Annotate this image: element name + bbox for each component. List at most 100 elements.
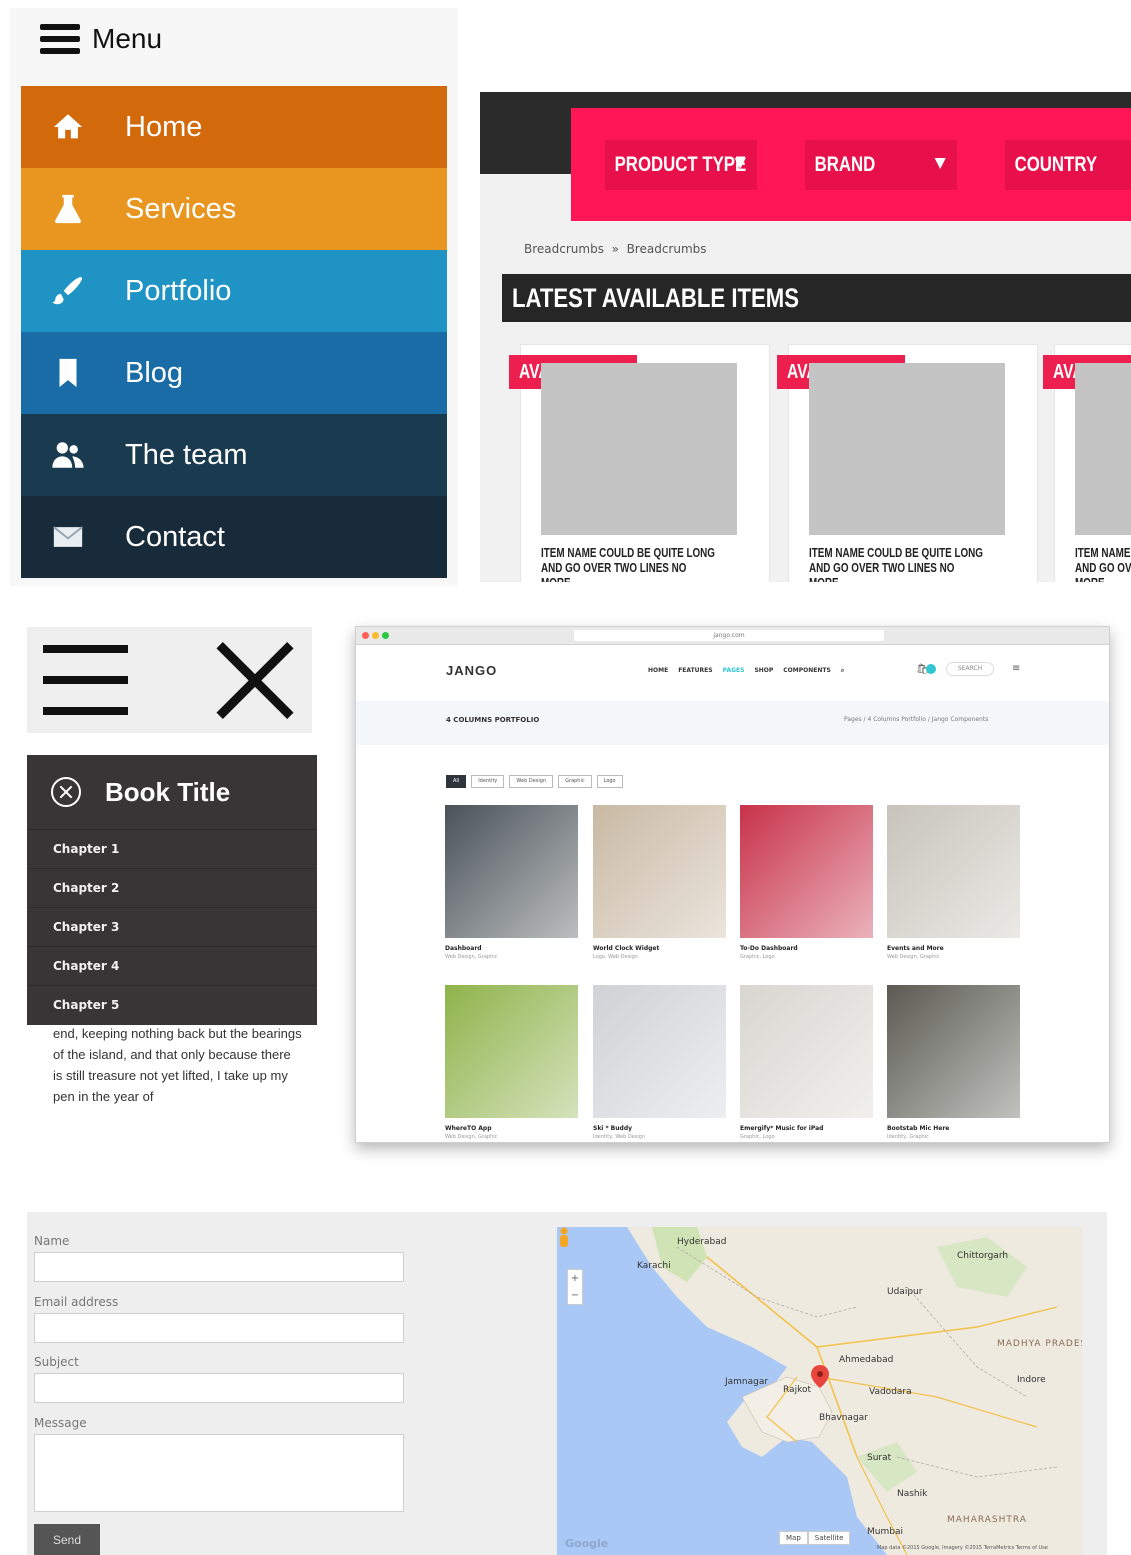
product-type-select[interactable]: PRODUCT TYPE <box>605 140 757 190</box>
chapter-link[interactable]: Chapter 2 <box>27 868 317 907</box>
subject-field[interactable] <box>34 1373 404 1403</box>
street-view-pegman-icon[interactable] <box>557 1227 571 1253</box>
grid-menu-icon[interactable]: ≡ <box>1012 663 1020 674</box>
circle-close-icon[interactable] <box>51 777 81 807</box>
nav-link-active[interactable]: PAGES <box>723 667 745 675</box>
section-heading: LATEST AVAILABLE ITEMS <box>502 274 1131 322</box>
close-icon[interactable] <box>213 639 297 723</box>
send-button[interactable]: Send <box>34 1524 100 1555</box>
portfolio-tile[interactable]: World Clock Widget Logo, Web Design <box>593 805 726 960</box>
address-bar[interactable]: jango.com <box>574 630 884 641</box>
map-type-satellite-button[interactable]: Satellite <box>807 1531 851 1545</box>
breadcrumb[interactable]: Pages / 4 Columns Portfolio / Jango Comp… <box>844 716 988 723</box>
portfolio-tile[interactable]: WhereTO App Web Design, Graphic <box>445 985 578 1140</box>
chapter-link[interactable]: Chapter 3 <box>27 907 317 946</box>
menu-item-the-team[interactable]: The team <box>21 414 447 496</box>
breadcrumb-link[interactable]: Breadcrumbs <box>627 242 707 256</box>
brush-icon <box>21 274 125 308</box>
caret-down-icon <box>734 158 746 169</box>
nav-link[interactable]: COMPONENTS <box>783 667 831 675</box>
chapter-link[interactable]: Chapter 4 <box>27 946 317 985</box>
contact-panel: Name Email address Subject Message Send … <box>27 1212 1107 1555</box>
search-icon[interactable]: ⌕ <box>841 667 844 675</box>
map-label: Chittorgarh <box>957 1251 1009 1261</box>
subject-label: Subject <box>34 1355 79 1369</box>
zoom-control[interactable]: + − <box>567 1269 583 1305</box>
portfolio-image <box>740 805 873 938</box>
chapter-link[interactable]: Chapter 1 <box>27 829 317 868</box>
menu-toggle-label: Menu <box>92 23 163 54</box>
map-type-map-button[interactable]: Map <box>779 1531 808 1545</box>
portfolio-tile[interactable]: Dashboard Web Design, Graphic <box>445 805 578 960</box>
portfolio-tile[interactable]: Bootstab Mic Here Identity, Graphic <box>887 985 1020 1140</box>
map-label: Rajkot <box>783 1385 811 1395</box>
filter-button[interactable]: Graphic <box>558 775 592 788</box>
filter-button[interactable]: Logo <box>596 775 623 788</box>
tile-category: Graphic, Logo <box>740 1134 775 1140</box>
portfolio-tile[interactable]: Ski * Buddy Identity, Web Design <box>593 985 726 1140</box>
portfolio-image <box>887 805 1020 938</box>
product-image-placeholder <box>809 363 1005 535</box>
product-card[interactable]: AVAILABLE ITEM NAME COULD BE QUITE LONG … <box>509 344 770 582</box>
country-select[interactable]: COUNTRY <box>1005 140 1131 190</box>
nav-link[interactable]: FEATURES <box>678 667 712 675</box>
site-logo[interactable]: JANGO <box>446 663 497 678</box>
product-image-placeholder <box>541 363 737 535</box>
flask-icon <box>21 192 125 226</box>
map-label: Indore <box>1017 1375 1046 1385</box>
portfolio-image <box>445 985 578 1118</box>
maximize-window-icon[interactable] <box>382 632 389 639</box>
email-label: Email address <box>34 1295 119 1309</box>
email-field[interactable] <box>34 1313 404 1343</box>
tile-title: Events and More <box>887 945 944 952</box>
nav-link[interactable]: HOME <box>648 667 668 675</box>
message-field[interactable] <box>34 1434 404 1512</box>
menu-item-portfolio[interactable]: Portfolio <box>21 250 447 332</box>
filter-button-all[interactable]: All <box>446 775 467 788</box>
tile-title: Emergify* Music for iPad <box>740 1125 824 1132</box>
product-card[interactable]: AVAILABLE ITEM NAME COULD BE QUITE LONG … <box>1043 344 1131 582</box>
close-window-icon[interactable] <box>362 632 369 639</box>
product-name: ITEM NAME COULD BE QUITE LONG AND GO OVE… <box>541 545 716 582</box>
book-nav: Book Title Chapter 1 Chapter 2 Chapter 3… <box>27 755 317 1025</box>
book-panel: Book Title Chapter 1 Chapter 2 Chapter 3… <box>27 755 317 1110</box>
book-title: Book Title <box>105 776 231 807</box>
portfolio-tile[interactable]: Events and More Web Design, Graphic <box>887 805 1020 960</box>
brand-select[interactable]: BRAND <box>805 140 957 190</box>
tile-category: Graphic, Logo <box>740 954 775 960</box>
menu-toggle-button[interactable]: Menu <box>40 22 162 56</box>
nav-link[interactable]: SHOP <box>754 667 773 675</box>
map-type-control: Map Satellite <box>779 1531 851 1545</box>
menu-item-services[interactable]: Services <box>21 168 447 250</box>
menu-item-blog[interactable]: Blog <box>21 332 447 414</box>
chapter-link[interactable]: Chapter 5 <box>27 985 317 1024</box>
name-field[interactable] <box>34 1252 404 1282</box>
search-button[interactable]: SEARCH <box>946 662 994 676</box>
tile-title: WhereTO App <box>445 1125 492 1132</box>
portfolio-tile[interactable]: Emergify* Music for iPad Graphic, Logo <box>740 985 873 1140</box>
site-header: JANGO HOME FEATURES PAGES SHOP COMPONENT… <box>356 645 1109 701</box>
breadcrumb-link[interactable]: Breadcrumbs <box>524 242 604 256</box>
menu-item-label: The team <box>125 438 248 471</box>
site-nav: HOME FEATURES PAGES SHOP COMPONENTS ⌕ <box>648 667 844 675</box>
tile-title: Ski * Buddy <box>593 1125 633 1132</box>
map-label: Ahmedabad <box>839 1355 894 1365</box>
filter-button[interactable]: Identity <box>471 775 505 788</box>
portfolio-image <box>445 805 578 938</box>
menu-list: Home Services Portfolio Blog The team Co… <box>21 86 447 578</box>
portfolio-tile[interactable]: To-Do Dashboard Graphic, Logo <box>740 805 873 960</box>
menu-item-contact[interactable]: Contact <box>21 496 447 578</box>
map-view[interactable]: Hyderabad Karachi Ahmedabad Rajkot Vadod… <box>557 1227 1082 1555</box>
map-region-label: MADHYA PRADESH <box>997 1339 1082 1349</box>
map-label: Bhavnagar <box>819 1413 868 1423</box>
filter-button[interactable]: Web Design <box>509 775 554 788</box>
tile-category: Identity, Web Design <box>593 1134 646 1140</box>
map-attribution[interactable]: Map data ©2015 Google, Imagery ©2015 Ter… <box>877 1545 1048 1551</box>
menu-item-home[interactable]: Home <box>21 86 447 168</box>
portfolio-image <box>887 985 1020 1118</box>
hamburger-icon[interactable] <box>43 645 128 715</box>
product-card[interactable]: AVAILABLE ITEM NAME COULD BE QUITE LONG … <box>777 344 1038 582</box>
minimize-window-icon[interactable] <box>372 632 379 639</box>
tile-title: To-Do Dashboard <box>740 945 798 952</box>
name-label: Name <box>34 1234 70 1248</box>
